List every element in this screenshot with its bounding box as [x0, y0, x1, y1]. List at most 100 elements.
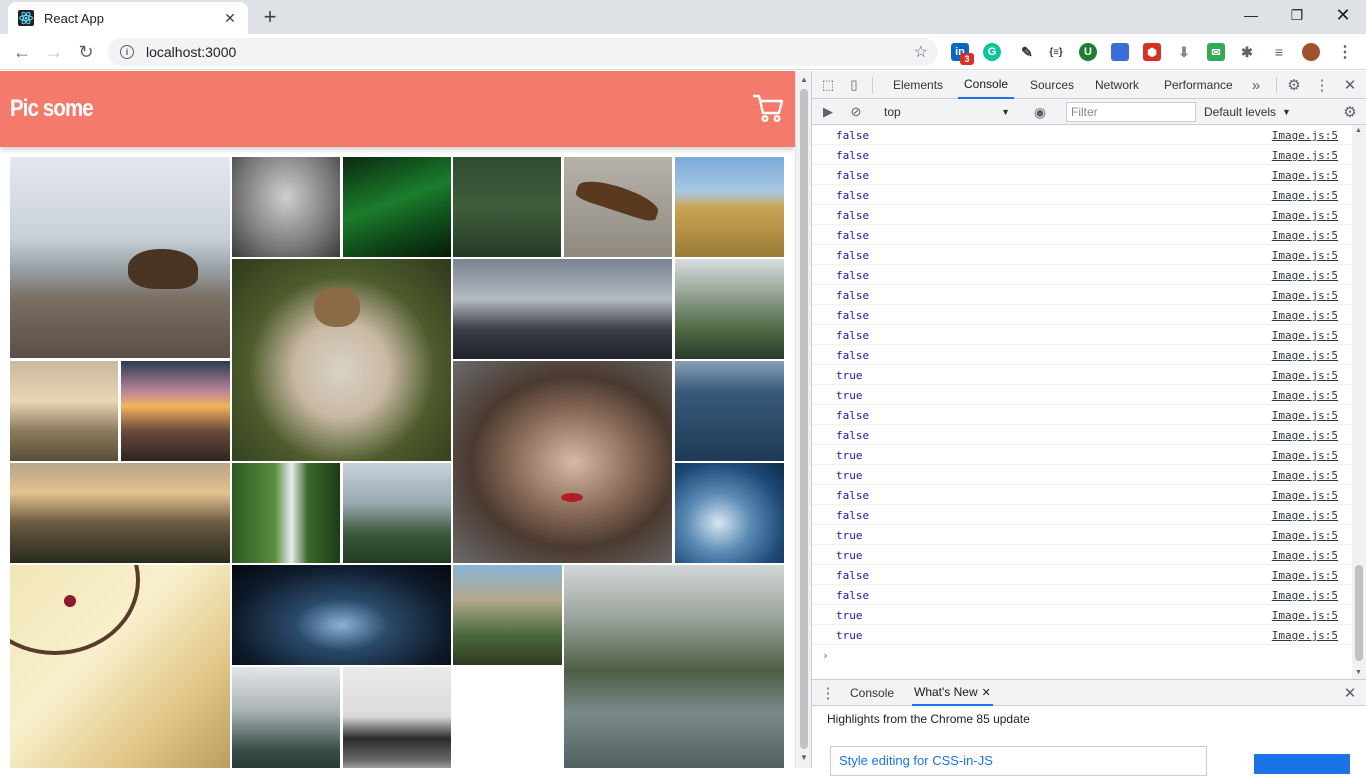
app-title[interactable]: Pic some	[10, 95, 94, 123]
log-source-link[interactable]: Image.js:5	[1272, 169, 1338, 182]
download-extension-icon[interactable]: ⬇	[1175, 43, 1193, 61]
whats-new-card-link[interactable]: Style editing for CSS-in-JS	[830, 746, 1207, 776]
gallery-image-star-trails[interactable]	[232, 565, 451, 665]
scroll-up-arrow-icon[interactable]: ▲	[800, 75, 808, 84]
log-source-link[interactable]: Image.js:5	[1272, 209, 1338, 222]
console-log-row[interactable]: false Image.js:5	[812, 265, 1352, 285]
console-log-row[interactable]: false Image.js:5	[812, 185, 1352, 205]
live-expression-eye-icon[interactable]: ◉	[1032, 104, 1048, 120]
grammarly-extension-icon[interactable]: G	[983, 43, 1001, 61]
gallery-image-woman-portrait[interactable]	[453, 361, 672, 563]
page-scrollbar[interactable]: ▲ ▼	[795, 71, 811, 768]
ublock-extension-icon[interactable]: U	[1079, 43, 1097, 61]
address-bar[interactable]: i localhost:3000 ☆	[108, 38, 938, 66]
console-log-row[interactable]: false Image.js:5	[812, 425, 1352, 445]
console-log-row[interactable]: true Image.js:5	[812, 465, 1352, 485]
restore-button[interactable]: ❐	[1274, 0, 1320, 30]
scroll-down-arrow-icon[interactable]: ▼	[800, 753, 808, 762]
browser-tab[interactable]: React App ✕	[8, 2, 248, 34]
more-tabs-chevron-icon[interactable]: »	[1248, 77, 1264, 94]
profile-avatar[interactable]	[1302, 43, 1320, 61]
gallery-image-sea-stacks[interactable]	[343, 667, 451, 768]
gallery-image-mountain-sunset-trees[interactable]	[10, 463, 230, 563]
log-source-link[interactable]: Image.js:5	[1272, 549, 1338, 562]
console-prompt-chevron-icon[interactable]: ›	[822, 649, 829, 662]
log-source-link[interactable]: Image.js:5	[1272, 329, 1338, 342]
inspect-element-icon[interactable]: ⬚	[820, 77, 836, 93]
console-log-row[interactable]: false Image.js:5	[812, 245, 1352, 265]
console-log-row[interactable]: false Image.js:5	[812, 325, 1352, 345]
console-log-row[interactable]: true Image.js:5	[812, 445, 1352, 465]
gallery-image-pug-in-blanket[interactable]	[232, 259, 451, 461]
gallery-image-ocean-wave[interactable]	[675, 463, 784, 563]
console-log-row[interactable]: false Image.js:5	[812, 565, 1352, 585]
console-scrollbar[interactable]: ▲ ▼	[1352, 125, 1366, 680]
context-selector[interactable]: top ▼	[878, 102, 1018, 122]
tab-network[interactable]: Network	[1095, 71, 1139, 99]
gallery-image-forest-canopy[interactable]	[453, 157, 561, 257]
log-source-link[interactable]: Image.js:5	[1272, 589, 1338, 602]
devtools-menu-icon[interactable]: ⋮	[1314, 77, 1330, 94]
shield-extension-icon[interactable]: ⬢	[1143, 43, 1161, 61]
shopping-cart-icon[interactable]	[752, 93, 784, 123]
gallery-image-misty-forest[interactable]	[232, 157, 340, 257]
console-log-row[interactable]: false Image.js:5	[812, 125, 1352, 145]
log-source-link[interactable]: Image.js:5	[1272, 529, 1338, 542]
log-source-link[interactable]: Image.js:5	[1272, 189, 1338, 202]
log-source-link[interactable]: Image.js:5	[1272, 469, 1338, 482]
gallery-image-misty-sunrise-trees[interactable]	[10, 361, 118, 461]
extensions-puzzle-icon[interactable]: ✱	[1238, 43, 1256, 61]
tab-sources[interactable]: Sources	[1030, 71, 1074, 99]
close-drawer-icon[interactable]: ✕	[1342, 685, 1358, 702]
close-devtools-icon[interactable]: ✕	[1342, 77, 1358, 94]
log-levels-dropdown[interactable]: Default levels ▼	[1204, 102, 1291, 122]
gallery-image-sunset-rail[interactable]	[121, 361, 230, 461]
gallery-image-yosemite-valley[interactable]	[453, 565, 562, 665]
console-log-row[interactable]: false Image.js:5	[812, 205, 1352, 225]
log-source-link[interactable]: Image.js:5	[1272, 309, 1338, 322]
reload-button[interactable]: ↻	[74, 40, 98, 64]
log-source-link[interactable]: Image.js:5	[1272, 149, 1338, 162]
chrome-menu-icon[interactable]: ⋮	[1336, 43, 1354, 61]
log-source-link[interactable]: Image.js:5	[1272, 289, 1338, 302]
tab-elements[interactable]: Elements	[893, 71, 943, 99]
log-source-link[interactable]: Image.js:5	[1272, 489, 1338, 502]
device-toolbar-icon[interactable]: ▯	[846, 77, 862, 93]
tab-performance[interactable]: Performance	[1164, 71, 1233, 99]
console-log-row[interactable]: false Image.js:5	[812, 345, 1352, 365]
tab-extension-icon[interactable]	[1111, 43, 1129, 61]
log-source-link[interactable]: Image.js:5	[1272, 569, 1338, 582]
close-drawer-tab-icon[interactable]: ✕	[982, 686, 991, 699]
drawer-menu-icon[interactable]: ⋮	[820, 685, 836, 702]
gallery-image-misty-river-valley[interactable]	[564, 565, 784, 768]
gallery-image-city-park-aerial[interactable]	[675, 259, 784, 359]
log-source-link[interactable]: Image.js:5	[1272, 389, 1338, 402]
media-control-icon[interactable]: ≡	[1270, 43, 1288, 61]
sidebar-toggle-icon[interactable]: ▶	[820, 104, 836, 120]
gallery-image-feet-in-field[interactable]	[675, 157, 784, 257]
log-source-link[interactable]: Image.js:5	[1272, 509, 1338, 522]
close-window-button[interactable]: ✕	[1320, 0, 1366, 30]
drawer-tab-whats-new[interactable]: What's New ✕	[912, 680, 993, 706]
gallery-image-eagle-flying[interactable]	[564, 157, 672, 257]
settings-gear-icon[interactable]: ⚙	[1286, 77, 1302, 94]
log-source-link[interactable]: Image.js:5	[1272, 249, 1338, 262]
console-settings-gear-icon[interactable]: ⚙	[1342, 104, 1358, 121]
log-source-link[interactable]: Image.js:5	[1272, 609, 1338, 622]
gallery-image-waterfall[interactable]	[232, 463, 340, 563]
gallery-image-ocean-boat[interactable]	[675, 361, 784, 461]
log-source-link[interactable]: Image.js:5	[1272, 429, 1338, 442]
back-button[interactable]: ←	[10, 40, 34, 64]
mail-extension-icon[interactable]: ✉	[1207, 43, 1225, 61]
json-extension-icon[interactable]: {≡}	[1047, 43, 1065, 61]
console-log-row[interactable]: false Image.js:5	[812, 225, 1352, 245]
log-source-link[interactable]: Image.js:5	[1272, 409, 1338, 422]
clear-console-icon[interactable]: ⊘	[848, 104, 864, 120]
log-source-link[interactable]: Image.js:5	[1272, 449, 1338, 462]
log-source-link[interactable]: Image.js:5	[1272, 129, 1338, 142]
console-scroll-thumb[interactable]	[1355, 565, 1363, 661]
log-source-link[interactable]: Image.js:5	[1272, 629, 1338, 642]
tab-console[interactable]: Console	[958, 71, 1015, 99]
console-log-row[interactable]: true Image.js:5	[812, 365, 1352, 385]
forward-button[interactable]: →	[42, 40, 66, 64]
